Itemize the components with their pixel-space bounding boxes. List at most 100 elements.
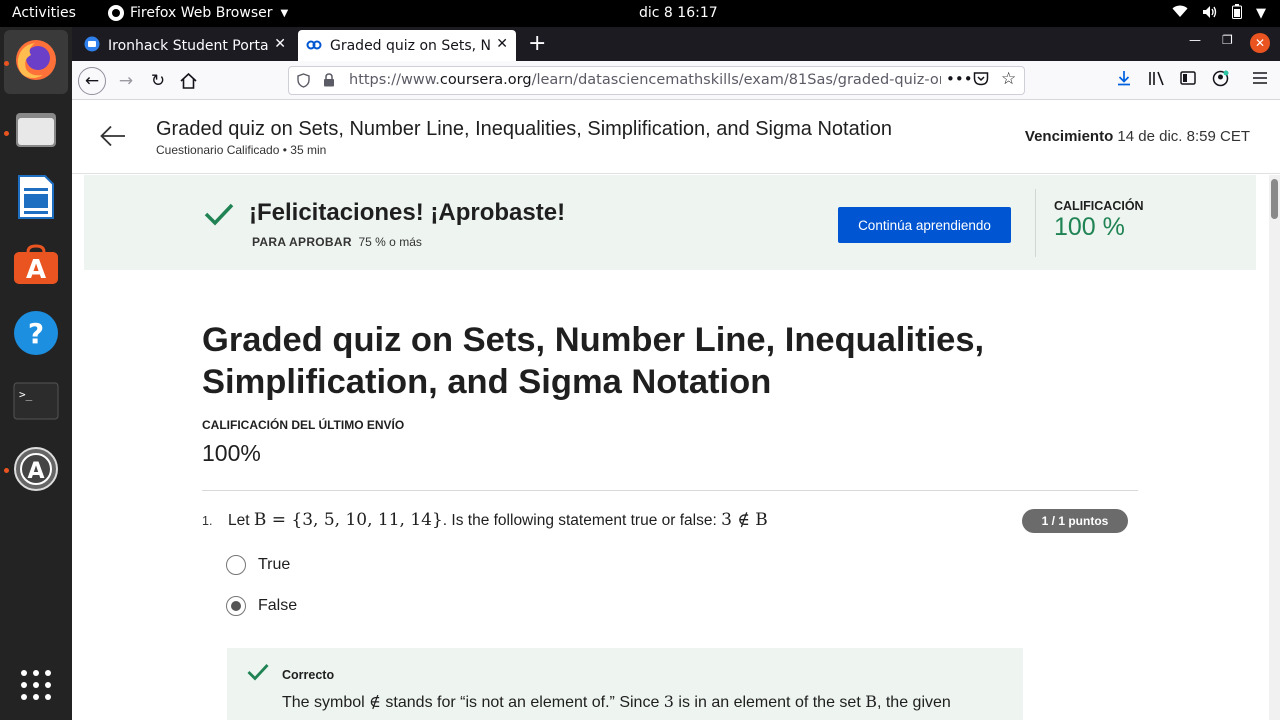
continue-learning-button[interactable]: Continúa aprendiendo xyxy=(838,207,1011,243)
dock: A ? >_ A xyxy=(0,27,72,720)
app-grid-icon xyxy=(20,669,52,705)
software-center-icon: A xyxy=(13,244,59,290)
firefox-icon xyxy=(13,37,59,87)
last-submission-value: 100% xyxy=(202,440,261,466)
minimize-icon[interactable]: — xyxy=(1189,33,1201,47)
shield-icon[interactable] xyxy=(297,73,310,92)
grade-value: 100 % xyxy=(1054,213,1125,241)
hamburger-menu-icon[interactable] xyxy=(1252,70,1268,89)
dock-help[interactable]: ? xyxy=(12,311,60,359)
radio-button[interactable] xyxy=(226,555,246,575)
document-icon xyxy=(17,174,55,224)
bookmark-star-icon[interactable]: ☆ xyxy=(1001,69,1016,89)
ironhack-favicon-icon xyxy=(84,36,100,56)
feedback-text-3: is in an element of the set xyxy=(673,694,866,711)
library-icon[interactable] xyxy=(1148,70,1166,90)
question-math-statement: 3 ∉ B xyxy=(721,510,768,530)
option-true[interactable]: True xyxy=(226,555,290,575)
dock-updater[interactable]: A xyxy=(12,447,60,495)
option-label: False xyxy=(258,597,298,614)
question-text-prefix: Let xyxy=(228,512,254,529)
url-prefix: https://www. xyxy=(349,72,440,88)
show-applications-button[interactable] xyxy=(12,663,60,711)
app-menu[interactable]: Firefox Web Browser ▼ xyxy=(108,5,288,21)
browser-tab-bar: Ironhack Student Portal ✕ Graded quiz on… xyxy=(72,27,1280,61)
battery-icon xyxy=(1232,4,1242,23)
tab-coursera-quiz[interactable]: Graded quiz on Sets, Nur ✕ xyxy=(298,30,516,61)
due-date: Vencimiento 14 de dic. 8:59 CET xyxy=(1025,128,1250,145)
home-icon[interactable] xyxy=(174,67,202,95)
folder-icon xyxy=(14,109,58,153)
quiz-header: Graded quiz on Sets, Number Line, Inequa… xyxy=(72,101,1280,174)
option-false[interactable]: False xyxy=(226,596,297,616)
terminal-icon: >_ xyxy=(13,382,59,424)
system-tray[interactable]: ▼ xyxy=(1172,4,1266,23)
browser-nav-bar: ← → ↻ https://www.coursera.org/learn/dat… xyxy=(72,61,1280,100)
back-arrow-icon[interactable] xyxy=(100,121,126,154)
dock-software[interactable]: A xyxy=(12,243,60,291)
option-label: True xyxy=(258,556,291,573)
dock-libreoffice-writer[interactable] xyxy=(12,175,60,223)
question-number: 1. xyxy=(202,514,213,528)
volume-icon xyxy=(1202,5,1218,23)
svg-text:A: A xyxy=(26,255,46,285)
pass-label: PARA APROBAR xyxy=(252,235,352,249)
radio-button-selected[interactable] xyxy=(226,596,246,616)
dock-files[interactable] xyxy=(12,107,60,155)
feedback-math-2: 3 xyxy=(663,692,674,711)
pocket-icon[interactable] xyxy=(973,71,989,90)
window-close-icon[interactable]: ✕ xyxy=(1250,33,1270,53)
close-icon[interactable]: ✕ xyxy=(274,36,286,52)
pass-value: 75 % o más xyxy=(358,235,422,249)
feedback-text: The symbol ∉ stands for “is not an eleme… xyxy=(282,692,951,712)
checkmark-icon xyxy=(204,199,234,234)
activities-button[interactable]: Activities xyxy=(12,5,76,21)
dock-firefox[interactable] xyxy=(12,38,60,86)
feedback-math-1: ∉ xyxy=(369,692,381,711)
account-icon[interactable] xyxy=(1212,70,1229,91)
os-top-bar: Activities Firefox Web Browser ▼ dic 8 1… xyxy=(0,0,1280,27)
downloads-icon[interactable] xyxy=(1116,70,1132,90)
running-indicator xyxy=(4,131,9,136)
reload-icon[interactable]: ↻ xyxy=(144,67,172,95)
feedback-math-3: B xyxy=(865,692,877,711)
feedback-label: Correcto xyxy=(282,668,335,682)
tab-label: Ironhack Student Portal xyxy=(108,37,268,54)
system-menu-chevron-icon: ▼ xyxy=(1256,6,1266,21)
due-label: Vencimiento xyxy=(1024,128,1114,145)
tab-label: Graded quiz on Sets, Nur xyxy=(330,37,490,54)
scrollbar-thumb[interactable] xyxy=(1271,179,1278,219)
forward-arrow-icon[interactable]: → xyxy=(112,67,140,95)
page-content: Graded quiz on Sets, Number Line, Inequa… xyxy=(72,101,1280,720)
running-indicator xyxy=(4,468,9,473)
page-actions-icon[interactable]: ••• xyxy=(946,70,973,88)
clock[interactable]: dic 8 16:17 xyxy=(639,5,718,21)
due-value: 14 de dic. 8:59 CET xyxy=(1113,128,1250,145)
tab-ironhack[interactable]: Ironhack Student Portal ✕ xyxy=(78,30,294,61)
address-bar[interactable]: https://www.coursera.org/learn/datascien… xyxy=(288,66,1025,95)
help-icon: ? xyxy=(13,310,59,360)
svg-text:?: ? xyxy=(28,317,44,350)
question-math-set: B = {3, 5, 10, 11, 14} xyxy=(253,510,443,530)
page-scrollbar[interactable] xyxy=(1269,175,1280,720)
quiz-title: Graded quiz on Sets, Number Line, Inequa… xyxy=(156,118,892,140)
back-arrow-icon[interactable]: ← xyxy=(78,67,106,95)
pass-banner: ¡Felicitaciones! ¡Aprobaste! PARA APROBA… xyxy=(84,175,1256,270)
svg-text:>_: >_ xyxy=(19,388,33,401)
feedback-text-4: , the given xyxy=(876,694,951,711)
dock-terminal[interactable]: >_ xyxy=(12,379,60,427)
running-indicator xyxy=(4,61,9,66)
sidebar-icon[interactable] xyxy=(1180,70,1196,89)
app-name: Firefox Web Browser xyxy=(130,5,273,21)
pass-requirement: PARA APROBAR 75 % o más xyxy=(252,235,422,249)
wifi-icon xyxy=(1172,5,1188,22)
new-tab-plus-icon[interactable]: + xyxy=(528,31,546,56)
close-icon[interactable]: ✕ xyxy=(496,36,508,52)
lock-icon[interactable] xyxy=(323,73,335,90)
firefox-icon xyxy=(108,5,124,21)
restore-icon[interactable]: ❐ xyxy=(1222,33,1233,47)
grade-label: CALIFICACIÓN xyxy=(1054,199,1144,213)
updater-icon: A xyxy=(13,446,59,496)
feedback-text-2: stands for “is not an element of.” Since xyxy=(380,694,664,711)
checkmark-icon xyxy=(247,662,269,687)
